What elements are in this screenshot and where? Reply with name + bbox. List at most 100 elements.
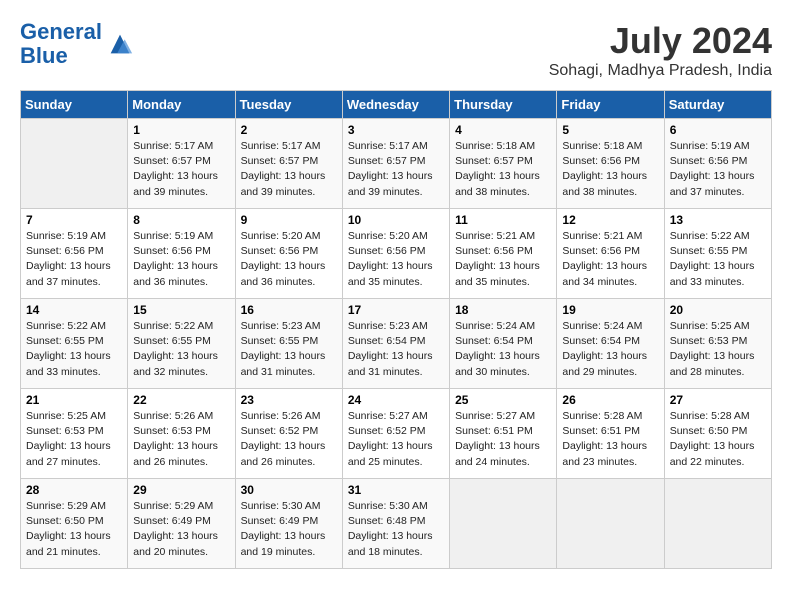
location-title: Sohagi, Madhya Pradesh, India: [549, 62, 772, 80]
day-number: 22: [133, 393, 229, 407]
day-number: 31: [348, 483, 444, 497]
calendar-body: 1 Sunrise: 5:17 AM Sunset: 6:57 PM Daylig…: [21, 119, 772, 569]
header-day-monday: Monday: [128, 91, 235, 119]
calendar-cell: 2Sunrise: 5:17 AM Sunset: 6:57 PM Daylig…: [235, 119, 342, 209]
day-info: Sunrise: 5:21 AM Sunset: 6:56 PM Dayligh…: [455, 229, 551, 290]
calendar-cell: 3 Sunrise: 5:17 AM Sunset: 6:57 PM Daylig…: [342, 119, 449, 209]
calendar-cell: 10Sunrise: 5:20 AM Sunset: 6:56 PM Dayli…: [342, 209, 449, 299]
calendar-cell: 7 Sunrise: 5:19 AM Sunset: 6:56 PM Daylig…: [21, 209, 128, 299]
day-number: 11: [455, 213, 551, 227]
day-number: 27: [670, 393, 766, 407]
day-info: Sunrise: 5:27 AM Sunset: 6:52 PM Dayligh…: [348, 409, 444, 470]
day-info: Sunrise: 5:28 AM Sunset: 6:51 PM Dayligh…: [562, 409, 658, 470]
header-day-tuesday: Tuesday: [235, 91, 342, 119]
day-number: 5: [562, 123, 658, 137]
day-number: 10: [348, 213, 444, 227]
day-info: Sunrise: 5:25 AM Sunset: 6:53 PM Dayligh…: [670, 319, 766, 380]
day-info: Sunrise: 5:29 AM Sunset: 6:49 PM Dayligh…: [133, 499, 229, 560]
day-number: 29: [133, 483, 229, 497]
calendar-cell: 17 Sunrise: 5:23 AM Sunset: 6:54 PM Dayli…: [342, 299, 449, 389]
day-number: 3: [348, 123, 444, 137]
calendar-cell: 1 Sunrise: 5:17 AM Sunset: 6:57 PM Daylig…: [128, 119, 235, 209]
week-row-4: 21Sunrise: 5:25 AM Sunset: 6:53 PM Dayli…: [21, 389, 772, 479]
calendar-cell: 8Sunrise: 5:19 AM Sunset: 6:56 PM Daylig…: [128, 209, 235, 299]
day-info: Sunrise: 5:27 AM Sunset: 6:51 PM Dayligh…: [455, 409, 551, 470]
header-day-friday: Friday: [557, 91, 664, 119]
calendar-table: SundayMondayTuesdayWednesdayThursdayFrid…: [20, 90, 772, 569]
logo-line2: Blue: [20, 43, 68, 68]
day-info: Sunrise: 5:23 AM Sunset: 6:54 PM Dayligh…: [348, 319, 444, 380]
page-header: General Blue July 2024 Sohagi, Madhya Pr…: [20, 20, 772, 80]
day-info: Sunrise: 5:19 AM Sunset: 6:56 PM Dayligh…: [670, 139, 766, 200]
calendar-cell: 4 Sunrise: 5:18 AM Sunset: 6:57 PM Daylig…: [450, 119, 557, 209]
day-number: 21: [26, 393, 122, 407]
calendar-header: SundayMondayTuesdayWednesdayThursdayFrid…: [21, 91, 772, 119]
day-info: Sunrise: 5:24 AM Sunset: 6:54 PM Dayligh…: [455, 319, 551, 380]
day-info: Sunrise: 5:19 AM Sunset: 6:56 PM Dayligh…: [133, 229, 229, 290]
day-info: Sunrise: 5:17 AM Sunset: 6:57 PM Dayligh…: [133, 139, 229, 200]
header-row: SundayMondayTuesdayWednesdayThursdayFrid…: [21, 91, 772, 119]
day-info: Sunrise: 5:22 AM Sunset: 6:55 PM Dayligh…: [670, 229, 766, 290]
calendar-cell: 28 Sunrise: 5:29 AM Sunset: 6:50 PM Dayli…: [21, 479, 128, 569]
day-number: 4: [455, 123, 551, 137]
calendar-cell: 18Sunrise: 5:24 AM Sunset: 6:54 PM Dayli…: [450, 299, 557, 389]
week-row-5: 28 Sunrise: 5:29 AM Sunset: 6:50 PM Dayli…: [21, 479, 772, 569]
day-number: 25: [455, 393, 551, 407]
calendar-cell: 26 Sunrise: 5:28 AM Sunset: 6:51 PM Dayli…: [557, 389, 664, 479]
calendar-cell: 14Sunrise: 5:22 AM Sunset: 6:55 PM Dayli…: [21, 299, 128, 389]
day-number: 6: [670, 123, 766, 137]
calendar-cell: 21Sunrise: 5:25 AM Sunset: 6:53 PM Dayli…: [21, 389, 128, 479]
day-info: Sunrise: 5:23 AM Sunset: 6:55 PM Dayligh…: [241, 319, 337, 380]
header-day-sunday: Sunday: [21, 91, 128, 119]
header-day-saturday: Saturday: [664, 91, 771, 119]
calendar-cell: [557, 479, 664, 569]
calendar-cell: 15Sunrise: 5:22 AM Sunset: 6:55 PM Dayli…: [128, 299, 235, 389]
calendar-cell: 25 Sunrise: 5:27 AM Sunset: 6:51 PM Dayli…: [450, 389, 557, 479]
day-info: Sunrise: 5:29 AM Sunset: 6:50 PM Dayligh…: [26, 499, 122, 560]
logo-line1: General: [20, 19, 102, 44]
day-info: Sunrise: 5:30 AM Sunset: 6:48 PM Dayligh…: [348, 499, 444, 560]
day-number: 28: [26, 483, 122, 497]
calendar-cell: 5 Sunrise: 5:18 AM Sunset: 6:56 PM Daylig…: [557, 119, 664, 209]
day-number: 7: [26, 213, 122, 227]
day-info: Sunrise: 5:24 AM Sunset: 6:54 PM Dayligh…: [562, 319, 658, 380]
header-day-wednesday: Wednesday: [342, 91, 449, 119]
day-info: Sunrise: 5:30 AM Sunset: 6:49 PM Dayligh…: [241, 499, 337, 560]
calendar-cell: [450, 479, 557, 569]
calendar-cell: 13 Sunrise: 5:22 AM Sunset: 6:55 PM Dayli…: [664, 209, 771, 299]
week-row-1: 1 Sunrise: 5:17 AM Sunset: 6:57 PM Daylig…: [21, 119, 772, 209]
day-number: 1: [133, 123, 229, 137]
day-number: 9: [241, 213, 337, 227]
day-number: 26: [562, 393, 658, 407]
day-info: Sunrise: 5:19 AM Sunset: 6:56 PM Dayligh…: [26, 229, 122, 290]
day-number: 2: [241, 123, 337, 137]
day-number: 30: [241, 483, 337, 497]
week-row-3: 14Sunrise: 5:22 AM Sunset: 6:55 PM Dayli…: [21, 299, 772, 389]
calendar-cell: 6 Sunrise: 5:19 AM Sunset: 6:56 PM Daylig…: [664, 119, 771, 209]
week-row-2: 7 Sunrise: 5:19 AM Sunset: 6:56 PM Daylig…: [21, 209, 772, 299]
calendar-cell: 22 Sunrise: 5:26 AM Sunset: 6:53 PM Dayli…: [128, 389, 235, 479]
logo-text: General Blue: [20, 20, 102, 68]
day-number: 23: [241, 393, 337, 407]
logo: General Blue: [20, 20, 134, 68]
day-number: 15: [133, 303, 229, 317]
day-number: 13: [670, 213, 766, 227]
day-info: Sunrise: 5:18 AM Sunset: 6:56 PM Dayligh…: [562, 139, 658, 200]
calendar-cell: 27Sunrise: 5:28 AM Sunset: 6:50 PM Dayli…: [664, 389, 771, 479]
calendar-cell: 29 Sunrise: 5:29 AM Sunset: 6:49 PM Dayli…: [128, 479, 235, 569]
logo-icon: [106, 30, 134, 58]
calendar-cell: 20Sunrise: 5:25 AM Sunset: 6:53 PM Dayli…: [664, 299, 771, 389]
calendar-cell: [664, 479, 771, 569]
day-info: Sunrise: 5:26 AM Sunset: 6:53 PM Dayligh…: [133, 409, 229, 470]
title-block: July 2024 Sohagi, Madhya Pradesh, India: [549, 20, 772, 80]
calendar-cell: 19Sunrise: 5:24 AM Sunset: 6:54 PM Dayli…: [557, 299, 664, 389]
day-number: 12: [562, 213, 658, 227]
day-info: Sunrise: 5:18 AM Sunset: 6:57 PM Dayligh…: [455, 139, 551, 200]
day-info: Sunrise: 5:20 AM Sunset: 6:56 PM Dayligh…: [241, 229, 337, 290]
day-number: 14: [26, 303, 122, 317]
header-day-thursday: Thursday: [450, 91, 557, 119]
calendar-cell: 12Sunrise: 5:21 AM Sunset: 6:56 PM Dayli…: [557, 209, 664, 299]
day-info: Sunrise: 5:17 AM Sunset: 6:57 PM Dayligh…: [348, 139, 444, 200]
calendar-cell: 24Sunrise: 5:27 AM Sunset: 6:52 PM Dayli…: [342, 389, 449, 479]
day-number: 17: [348, 303, 444, 317]
